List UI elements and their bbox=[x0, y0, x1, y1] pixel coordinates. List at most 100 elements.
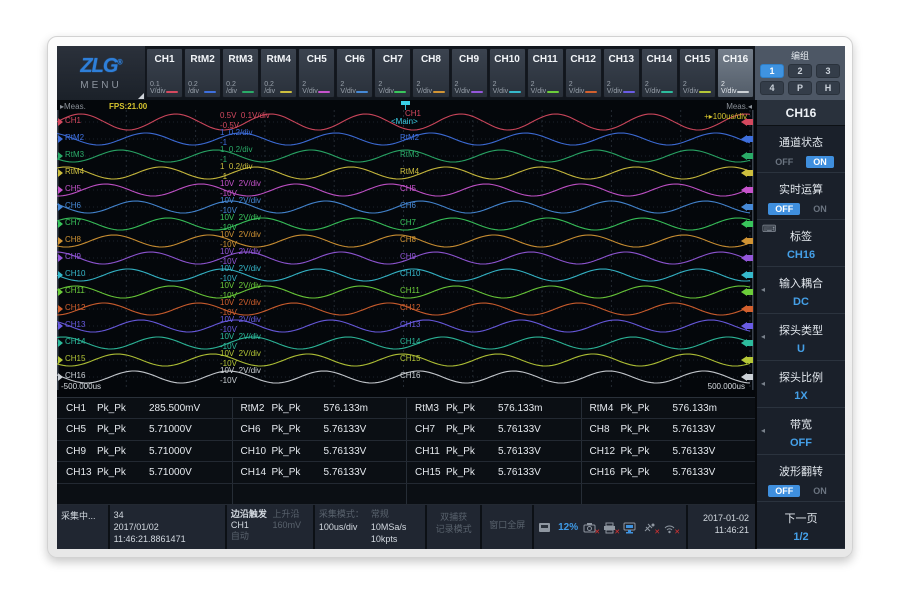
group-button-P[interactable]: P bbox=[788, 81, 812, 95]
meas-cell-RtM4: RtM4Pk_Pk576.133m bbox=[581, 398, 756, 418]
tab-scale: 2V/div bbox=[340, 81, 356, 95]
meas-cell-CH8: CH8Pk_Pk5.76133V bbox=[581, 420, 756, 440]
acquisition-counter: 34 2017/01/02 11:46:21.8861471 bbox=[110, 505, 227, 549]
section-label: 波形翻转 bbox=[757, 463, 845, 479]
tab-label: CH8 bbox=[413, 54, 448, 65]
tab-RtM4[interactable]: RtM4 0.2/div bbox=[260, 48, 297, 98]
wave-name-CH15: CH15 bbox=[65, 354, 85, 363]
device-bezel: ZLG® MENU CH1 0.1V/div RtM2 0.2/div RtM3… bbox=[47, 36, 853, 558]
meas-collapse-icon: ◂ bbox=[748, 102, 752, 111]
acquisition-mode-info[interactable]: 采集模式： 常规 100us/div 10MSa/s 10kpts bbox=[315, 505, 427, 549]
toggle-on[interactable]: ON bbox=[806, 485, 834, 497]
meas-cell-CH9: CH9Pk_Pk5.71000V bbox=[57, 441, 232, 461]
sidebar-section-channel-state[interactable]: 通道状态 OFF ON bbox=[757, 126, 845, 173]
group-button-3[interactable]: 3 bbox=[816, 64, 840, 78]
camera-icon[interactable]: ✕ bbox=[583, 521, 598, 534]
wave-name-CH1: CH1 bbox=[65, 116, 81, 125]
section-label: 输入耦合 bbox=[757, 275, 845, 291]
section-value: OFF bbox=[757, 437, 845, 449]
zlg-logo: ZLG® bbox=[80, 55, 121, 78]
system-tray: 12% ✕ ✕ ✕ ✕ bbox=[534, 505, 688, 549]
tab-CH6[interactable]: CH6 2V/div bbox=[336, 48, 373, 98]
group-button-2[interactable]: 2 bbox=[788, 64, 812, 78]
sidebar-section-realtime-math[interactable]: 实时运算 OFF ON bbox=[757, 173, 845, 220]
waveform-plot bbox=[57, 100, 755, 397]
wave-scale-top-CH5: 10V 2V/div bbox=[220, 179, 261, 188]
tab-CH13[interactable]: CH13 2V/div bbox=[603, 48, 640, 98]
printer-icon[interactable]: ✕ bbox=[603, 521, 618, 534]
trigger-level: 160mV bbox=[273, 520, 309, 531]
gps-icon[interactable]: ✕ bbox=[643, 521, 658, 534]
wave-midname-CH12: CH12 bbox=[400, 303, 420, 312]
toggle-on[interactable]: ON bbox=[806, 203, 834, 215]
group-button-4[interactable]: 4 bbox=[760, 81, 784, 95]
wave-scale-top-CH7: 10V 2V/div bbox=[220, 213, 261, 222]
tab-CH16[interactable]: CH16 2V/div bbox=[717, 48, 754, 98]
group-buttons: 123 4PH bbox=[760, 64, 840, 95]
section-label: 探头比例 bbox=[757, 369, 845, 385]
tab-CH7[interactable]: CH7 2V/div bbox=[374, 48, 411, 98]
fps-readout: FPS:21.00 bbox=[109, 102, 147, 111]
right-marker-CH16 bbox=[747, 374, 753, 380]
trigger-type: 边沿触发 bbox=[231, 509, 273, 520]
acq-sample-rate: 10MSa/s bbox=[371, 522, 423, 535]
toggle-on[interactable]: ON bbox=[806, 156, 834, 168]
sidebar-section-input-coupling[interactable]: ◂输入耦合DC bbox=[757, 267, 845, 314]
channel-settings-sidebar: CH16 通道状态 OFF ON实时运算 OFF ON⌨标签CH16◂输入耦合D… bbox=[755, 100, 845, 549]
meas-cell-CH11: CH11Pk_Pk5.76133V bbox=[406, 441, 581, 461]
sidebar-section-probe-ratio[interactable]: ◂探头比例1X bbox=[757, 361, 845, 408]
tab-label: RtM4 bbox=[261, 54, 296, 65]
toggle-off[interactable]: OFF bbox=[768, 156, 800, 168]
group-button-1[interactable]: 1 bbox=[760, 64, 784, 78]
section-arrow-icon: ◂ bbox=[761, 426, 765, 435]
tab-label: CH5 bbox=[299, 54, 334, 65]
tab-label: CH13 bbox=[604, 54, 639, 65]
trigger-source: CH1 bbox=[231, 520, 273, 531]
tab-label: CH15 bbox=[680, 54, 715, 65]
right-marker-CH5 bbox=[747, 187, 753, 193]
waveform-display[interactable]: CH10.5V 0.1V/div-0.5VCH1RtM21 0.2/div-1R… bbox=[57, 100, 755, 397]
tab-scale: 2V/div bbox=[645, 81, 661, 95]
wave-scale-top-CH13: 10V 2V/div bbox=[220, 315, 261, 324]
sidebar-section-probe-type[interactable]: ◂探头类型U bbox=[757, 314, 845, 361]
wave-name-CH9: CH9 bbox=[65, 252, 81, 261]
trigger-info[interactable]: 边沿触发 CH1 自动 上升沿 160mV bbox=[227, 505, 315, 549]
left-marker-CH6 bbox=[58, 203, 63, 211]
wifi-icon[interactable]: ✕ bbox=[663, 521, 678, 534]
sidebar-section-label[interactable]: ⌨标签CH16 bbox=[757, 220, 845, 267]
acq-memory-depth: 10kpts bbox=[371, 534, 423, 547]
tab-label: RtM3 bbox=[223, 54, 258, 65]
tab-CH14[interactable]: CH14 2V/div bbox=[641, 48, 678, 98]
left-marker-CH7 bbox=[58, 220, 63, 228]
toggle-off[interactable]: OFF bbox=[768, 485, 800, 497]
sidebar-section-waveform-invert[interactable]: 波形翻转 OFF ON bbox=[757, 455, 845, 502]
tab-scale: 2V/div bbox=[721, 81, 737, 95]
channel-color-swatch bbox=[509, 91, 521, 93]
sidebar-section-bandwidth[interactable]: ◂带宽OFF bbox=[757, 408, 845, 455]
meas-right-label[interactable]: Meas.◂ bbox=[726, 102, 752, 111]
keyboard-icon: ⌨ bbox=[762, 224, 776, 235]
tab-CH8[interactable]: CH8 2V/div bbox=[412, 48, 449, 98]
wave-name-CH11: CH11 bbox=[65, 286, 85, 295]
toggle-off[interactable]: OFF bbox=[768, 203, 800, 215]
wave-midname-CH16: CH16 bbox=[400, 371, 420, 380]
tab-CH5[interactable]: CH5 2V/div bbox=[298, 48, 335, 98]
fullscreen-button[interactable]: 窗口全屏 bbox=[482, 505, 534, 549]
meas-left-label[interactable]: ▸Meas. bbox=[60, 102, 86, 111]
tab-CH12[interactable]: CH12 2V/div bbox=[565, 48, 602, 98]
tab-RtM2[interactable]: RtM2 0.2/div bbox=[184, 48, 221, 98]
tab-RtM3[interactable]: RtM3 0.2/div bbox=[222, 48, 259, 98]
display-icon[interactable] bbox=[623, 521, 638, 534]
tab-scale: 2V/div bbox=[683, 81, 699, 95]
sidebar-section-next-page[interactable]: 下一页1/2 bbox=[757, 502, 845, 549]
left-marker-RtM2 bbox=[58, 135, 63, 143]
group-button-H[interactable]: H bbox=[816, 81, 840, 95]
tab-CH1[interactable]: CH1 0.1V/div bbox=[146, 48, 183, 98]
wave-midname-RtM4: RtM4 bbox=[400, 167, 419, 176]
dual-capture-button[interactable]: 双捕获 记录模式 bbox=[427, 505, 483, 549]
tab-CH15[interactable]: CH15 2V/div bbox=[679, 48, 716, 98]
tab-CH11[interactable]: CH11 2V/div bbox=[527, 48, 564, 98]
tab-CH9[interactable]: CH9 2V/div bbox=[451, 48, 488, 98]
menu-button[interactable]: ZLG® MENU bbox=[57, 46, 145, 100]
tab-CH10[interactable]: CH10 2V/div bbox=[489, 48, 526, 98]
